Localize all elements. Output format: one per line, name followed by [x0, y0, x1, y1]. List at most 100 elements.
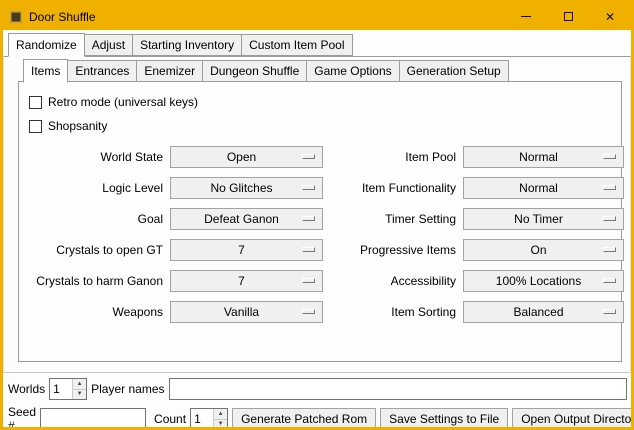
item-functionality-label: Item Functionality [330, 181, 456, 195]
item-pool-label: Item Pool [330, 150, 456, 164]
crystals-ganon-label: Crystals to harm Ganon [27, 274, 163, 288]
world-state-dropdown[interactable]: Open [170, 146, 323, 168]
randomize-pane: Items Entrances Enemizer Dungeon Shuffle… [3, 56, 631, 373]
tab-generation-setup[interactable]: Generation Setup [399, 60, 509, 82]
shopsanity-checkbox[interactable] [29, 120, 42, 133]
minimize-icon [521, 16, 531, 17]
timer-setting-value: No Timer [514, 212, 573, 226]
generate-patched-rom-button[interactable]: Generate Patched Rom [232, 408, 376, 430]
progressive-items-value: On [530, 243, 556, 257]
generate-row: Seed # Count ▲ ▼ Generate Patched Rom Sa… [8, 405, 627, 430]
dropdown-indicator-icon [603, 278, 616, 283]
open-output-directory-button[interactable]: Open Output Directory [512, 408, 634, 430]
item-functionality-value: Normal [519, 181, 568, 195]
settings-grid: World State Open Item Pool Normal Logic … [27, 146, 621, 323]
maximize-button[interactable] [547, 3, 589, 30]
tab-enemizer[interactable]: Enemizer [136, 60, 203, 82]
dropdown-indicator-icon [603, 185, 616, 190]
count-spinner-arrows: ▲ ▼ [213, 409, 227, 429]
bottom-bar: Worlds ▲ ▼ Player names Seed # Count [3, 373, 631, 430]
maximize-icon [564, 12, 573, 21]
tab-items[interactable]: Items [23, 59, 68, 83]
seed-label: Seed # [8, 405, 36, 430]
settings-tab-bar: Items Entrances Enemizer Dungeon Shuffle… [4, 59, 630, 82]
minimize-button[interactable] [505, 3, 547, 30]
retro-mode-label: Retro mode (universal keys) [48, 95, 198, 109]
window-content: Randomize Adjust Starting Inventory Cust… [3, 30, 631, 430]
tab-starting-inventory[interactable]: Starting Inventory [132, 34, 242, 56]
save-settings-button[interactable]: Save Settings to File [380, 408, 508, 430]
world-state-label: World State [27, 150, 163, 164]
app-window: Door Shuffle ✕ Randomize Adjust Starting… [0, 0, 634, 430]
item-pool-value: Normal [519, 150, 568, 164]
item-functionality-dropdown[interactable]: Normal [463, 177, 624, 199]
item-sorting-value: Balanced [513, 305, 573, 319]
world-state-value: Open [227, 150, 266, 164]
seed-input[interactable] [40, 408, 146, 430]
tab-game-options[interactable]: Game Options [306, 60, 399, 82]
close-button[interactable]: ✕ [589, 3, 631, 30]
logic-level-label: Logic Level [27, 181, 163, 195]
weapons-value: Vanilla [224, 305, 269, 319]
spin-down-icon[interactable]: ▼ [73, 389, 86, 400]
count-input[interactable] [191, 409, 213, 429]
progressive-items-dropdown[interactable]: On [463, 239, 624, 261]
worlds-input[interactable] [50, 379, 72, 399]
logic-level-value: No Glitches [210, 181, 282, 195]
main-tab-bar: Randomize Adjust Starting Inventory Cust… [3, 33, 631, 56]
items-pane: Retro mode (universal keys) Shopsanity W… [18, 81, 622, 362]
spin-up-icon[interactable]: ▲ [214, 409, 227, 419]
goal-dropdown[interactable]: Defeat Ganon [170, 208, 323, 230]
dropdown-indicator-icon [302, 309, 315, 314]
crystals-ganon-value: 7 [238, 274, 255, 288]
accessibility-dropdown[interactable]: 100% Locations [463, 270, 624, 292]
close-icon: ✕ [605, 11, 615, 23]
window-controls: ✕ [505, 3, 631, 30]
titlebar[interactable]: Door Shuffle ✕ [3, 3, 631, 30]
worlds-spinner: ▲ ▼ [49, 378, 87, 400]
count-spinner: ▲ ▼ [190, 408, 228, 430]
window-title: Door Shuffle [29, 10, 96, 24]
player-names-input[interactable] [169, 378, 628, 400]
dropdown-indicator-icon [603, 309, 616, 314]
dropdown-indicator-icon [603, 247, 616, 252]
spin-down-icon[interactable]: ▼ [214, 419, 227, 430]
weapons-dropdown[interactable]: Vanilla [170, 301, 323, 323]
goal-label: Goal [27, 212, 163, 226]
accessibility-label: Accessibility [330, 274, 456, 288]
weapons-label: Weapons [27, 305, 163, 319]
dropdown-indicator-icon [302, 154, 315, 159]
crystals-ganon-dropdown[interactable]: 7 [170, 270, 323, 292]
item-sorting-dropdown[interactable]: Balanced [463, 301, 624, 323]
multiworld-row: Worlds ▲ ▼ Player names [8, 378, 627, 400]
dropdown-indicator-icon [603, 154, 616, 159]
tab-randomize[interactable]: Randomize [8, 33, 85, 57]
dropdown-indicator-icon [302, 216, 315, 221]
player-names-label: Player names [91, 382, 164, 396]
goal-value: Defeat Ganon [204, 212, 289, 226]
crystals-gt-label: Crystals to open GT [27, 243, 163, 257]
worlds-label: Worlds [8, 382, 45, 396]
item-pool-dropdown[interactable]: Normal [463, 146, 624, 168]
timer-setting-label: Timer Setting [330, 212, 456, 226]
crystals-gt-value: 7 [238, 243, 255, 257]
dropdown-indicator-icon [302, 247, 315, 252]
spin-up-icon[interactable]: ▲ [73, 379, 86, 389]
shopsanity-label: Shopsanity [48, 119, 107, 133]
dropdown-indicator-icon [302, 278, 315, 283]
worlds-spinner-arrows: ▲ ▼ [72, 379, 86, 399]
retro-mode-checkbox[interactable] [29, 96, 42, 109]
retro-mode-row: Retro mode (universal keys) [27, 90, 621, 114]
timer-setting-dropdown[interactable]: No Timer [463, 208, 624, 230]
tab-entrances[interactable]: Entrances [67, 60, 137, 82]
tab-adjust[interactable]: Adjust [84, 34, 133, 56]
logic-level-dropdown[interactable]: No Glitches [170, 177, 323, 199]
tab-custom-item-pool[interactable]: Custom Item Pool [241, 34, 352, 56]
progressive-items-label: Progressive Items [330, 243, 456, 257]
shopsanity-row: Shopsanity [27, 114, 621, 138]
accessibility-value: 100% Locations [496, 274, 591, 288]
dropdown-indicator-icon [302, 185, 315, 190]
app-icon [10, 11, 22, 23]
tab-dungeon-shuffle[interactable]: Dungeon Shuffle [202, 60, 307, 82]
crystals-gt-dropdown[interactable]: 7 [170, 239, 323, 261]
